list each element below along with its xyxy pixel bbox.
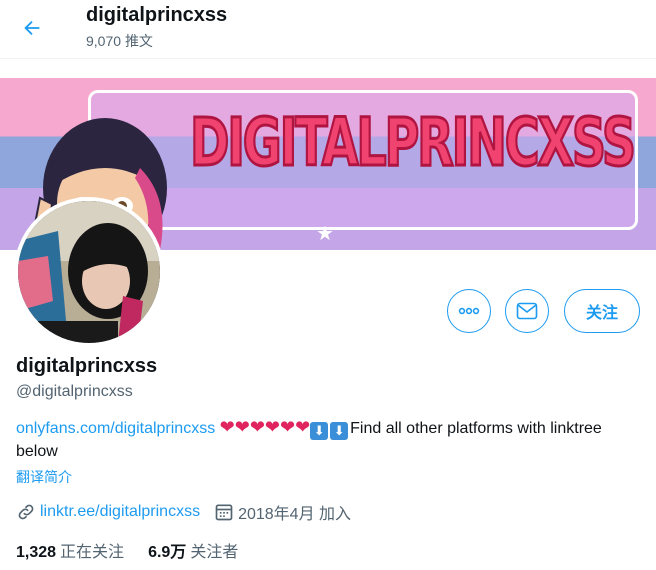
profile-header: digitalprincxss 9,070 推文 xyxy=(0,0,656,59)
tweet-count-label: 推文 xyxy=(124,33,153,49)
mail-icon xyxy=(516,302,538,320)
profile-meta: linktr.ee/digitalprincxss 2018年4月 加入 xyxy=(16,500,351,524)
join-date: 2018年4月 加入 xyxy=(238,506,352,523)
header-title: digitalprincxss xyxy=(86,4,228,26)
user-handle: @digitalprincxss xyxy=(16,383,133,400)
message-button[interactable] xyxy=(505,289,549,333)
more-icon xyxy=(458,307,480,315)
follow-stats: 1,328 正在关注 6.9万 关注者 xyxy=(16,538,238,562)
followers-label: 关注者 xyxy=(190,544,239,561)
profile-actions: 关注 xyxy=(0,289,656,333)
translate-bio-link[interactable]: 翻译简介 xyxy=(16,467,72,487)
following-label: 正在关注 xyxy=(60,544,125,561)
bio-link[interactable]: onlyfans.com/digitalprincxss xyxy=(16,420,215,437)
following-count: 1,328 xyxy=(16,544,57,561)
followers-count: 6.9万 xyxy=(148,544,187,561)
tweet-count-value: 9,070 xyxy=(86,33,122,49)
down-arrow-icon: ⬇ xyxy=(310,422,329,440)
follow-button[interactable]: 关注 xyxy=(564,289,640,333)
website-link[interactable]: linktr.ee/digitalprincxss xyxy=(40,503,200,521)
display-name: digitalprincxss xyxy=(16,355,158,377)
calendar-icon xyxy=(214,502,234,522)
followers-stat[interactable]: 6.9万 关注者 xyxy=(148,538,238,562)
more-button[interactable] xyxy=(447,289,491,333)
back-button[interactable] xyxy=(14,10,50,46)
star-icon: ★ xyxy=(316,223,334,245)
tweet-count: 9,070 推文 xyxy=(86,31,153,51)
arrow-left-icon xyxy=(24,20,40,36)
heart-emojis: ❤❤❤❤❤❤ xyxy=(219,417,311,437)
link-icon xyxy=(16,502,36,522)
profile-bio: onlyfans.com/digitalprincxss ❤❤❤❤❤❤ ⬇ ⬇ Fin… xyxy=(16,416,626,463)
following-stat[interactable]: 1,328 正在关注 xyxy=(16,538,124,562)
down-arrow-icon: ⬇ xyxy=(330,422,349,440)
banner-title: DIGITALPRINCXSS xyxy=(189,103,637,183)
